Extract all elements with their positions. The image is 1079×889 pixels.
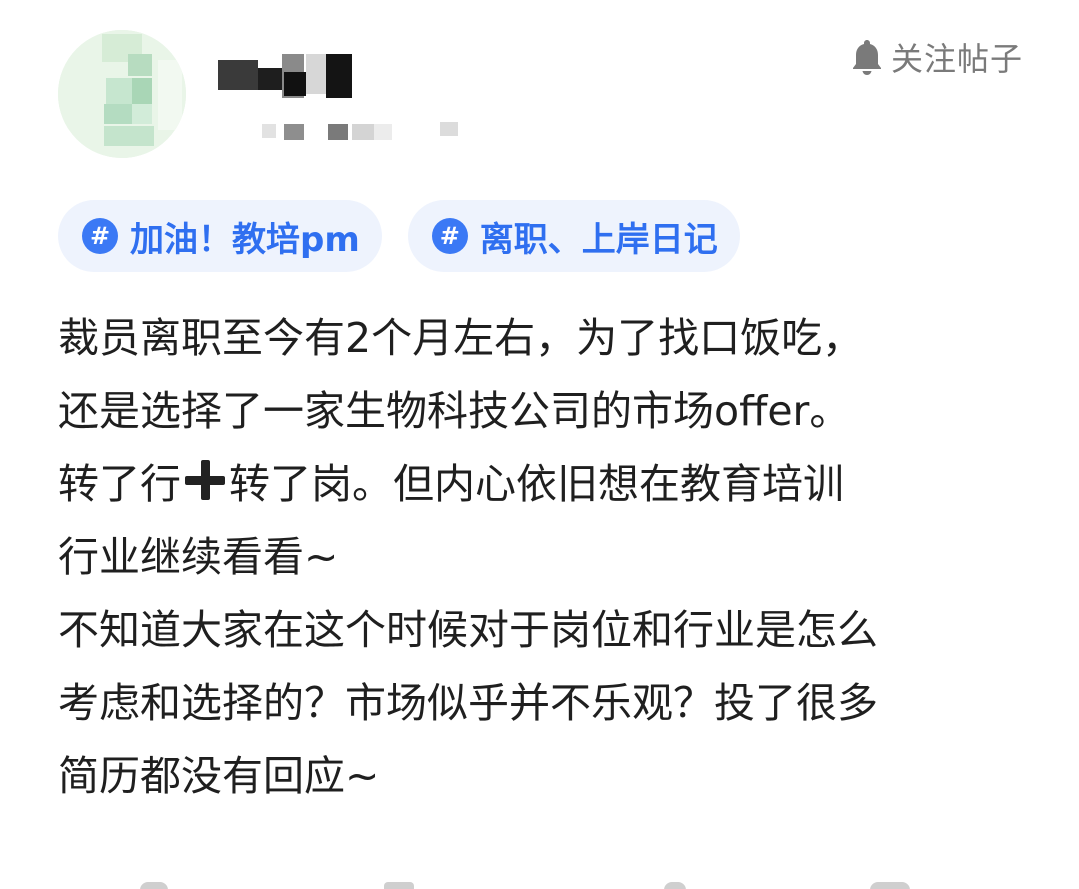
post-meta-redacted	[262, 120, 462, 142]
topic-tags: # 加油！教培pm # 离职、上岸日记	[58, 200, 740, 272]
bottom-action-bar	[0, 878, 1079, 889]
topic-tag-label: 加油！教培pm	[130, 219, 360, 260]
post-text-line: 不知道大家在这个时候对于岗位和行业是怎么	[58, 606, 878, 654]
post-text-line: 裁员离职至今有2个月左右，为了找口饭吃，	[58, 314, 864, 362]
follow-post-label: 关注帖子	[890, 40, 1023, 78]
post-text-segment: 转了岗。但内心依旧想在教育培训	[229, 460, 844, 508]
action-icon[interactable]	[870, 882, 910, 889]
user-avatar[interactable]	[58, 30, 186, 158]
action-icon[interactable]	[664, 882, 686, 889]
topic-tag-2[interactable]: # 离职、上岸日记	[407, 200, 740, 272]
plus-emoji-icon	[183, 458, 227, 502]
post-content: 裁员离职至今有2个月左右，为了找口饭吃， 还是选择了一家生物科技公司的市场off…	[58, 302, 1038, 813]
bell-icon	[851, 38, 883, 76]
hashtag-icon: #	[431, 218, 468, 254]
action-icon[interactable]	[384, 882, 414, 889]
topic-tag-label: 离职、上岸日记	[479, 219, 718, 260]
follow-post-button[interactable]: 关注帖子	[851, 34, 1023, 80]
post-text-segment: 转了行	[58, 460, 181, 508]
post-text-line: 行业继续看看~	[58, 533, 339, 581]
post-text-line: 还是选择了一家生物科技公司的市场offer。	[58, 387, 851, 435]
action-icon[interactable]	[140, 882, 168, 889]
hashtag-icon: #	[82, 218, 118, 254]
username-redacted[interactable]	[218, 54, 352, 98]
topic-tag-1[interactable]: # 加油！教培pm	[58, 200, 382, 272]
post-text-line: 考虑和选择的？市场似乎并不乐观？投了很多	[58, 679, 878, 727]
post-text-line: 转了行 转了岗。但内心依旧想在教育培训	[58, 448, 1038, 521]
post-text-line: 简历都没有回应~	[58, 752, 380, 800]
post-page: 关注帖子 # 加油！教培pm # 离职、上岸日记 裁员离职至今有2个月左右，为了…	[0, 0, 1079, 889]
